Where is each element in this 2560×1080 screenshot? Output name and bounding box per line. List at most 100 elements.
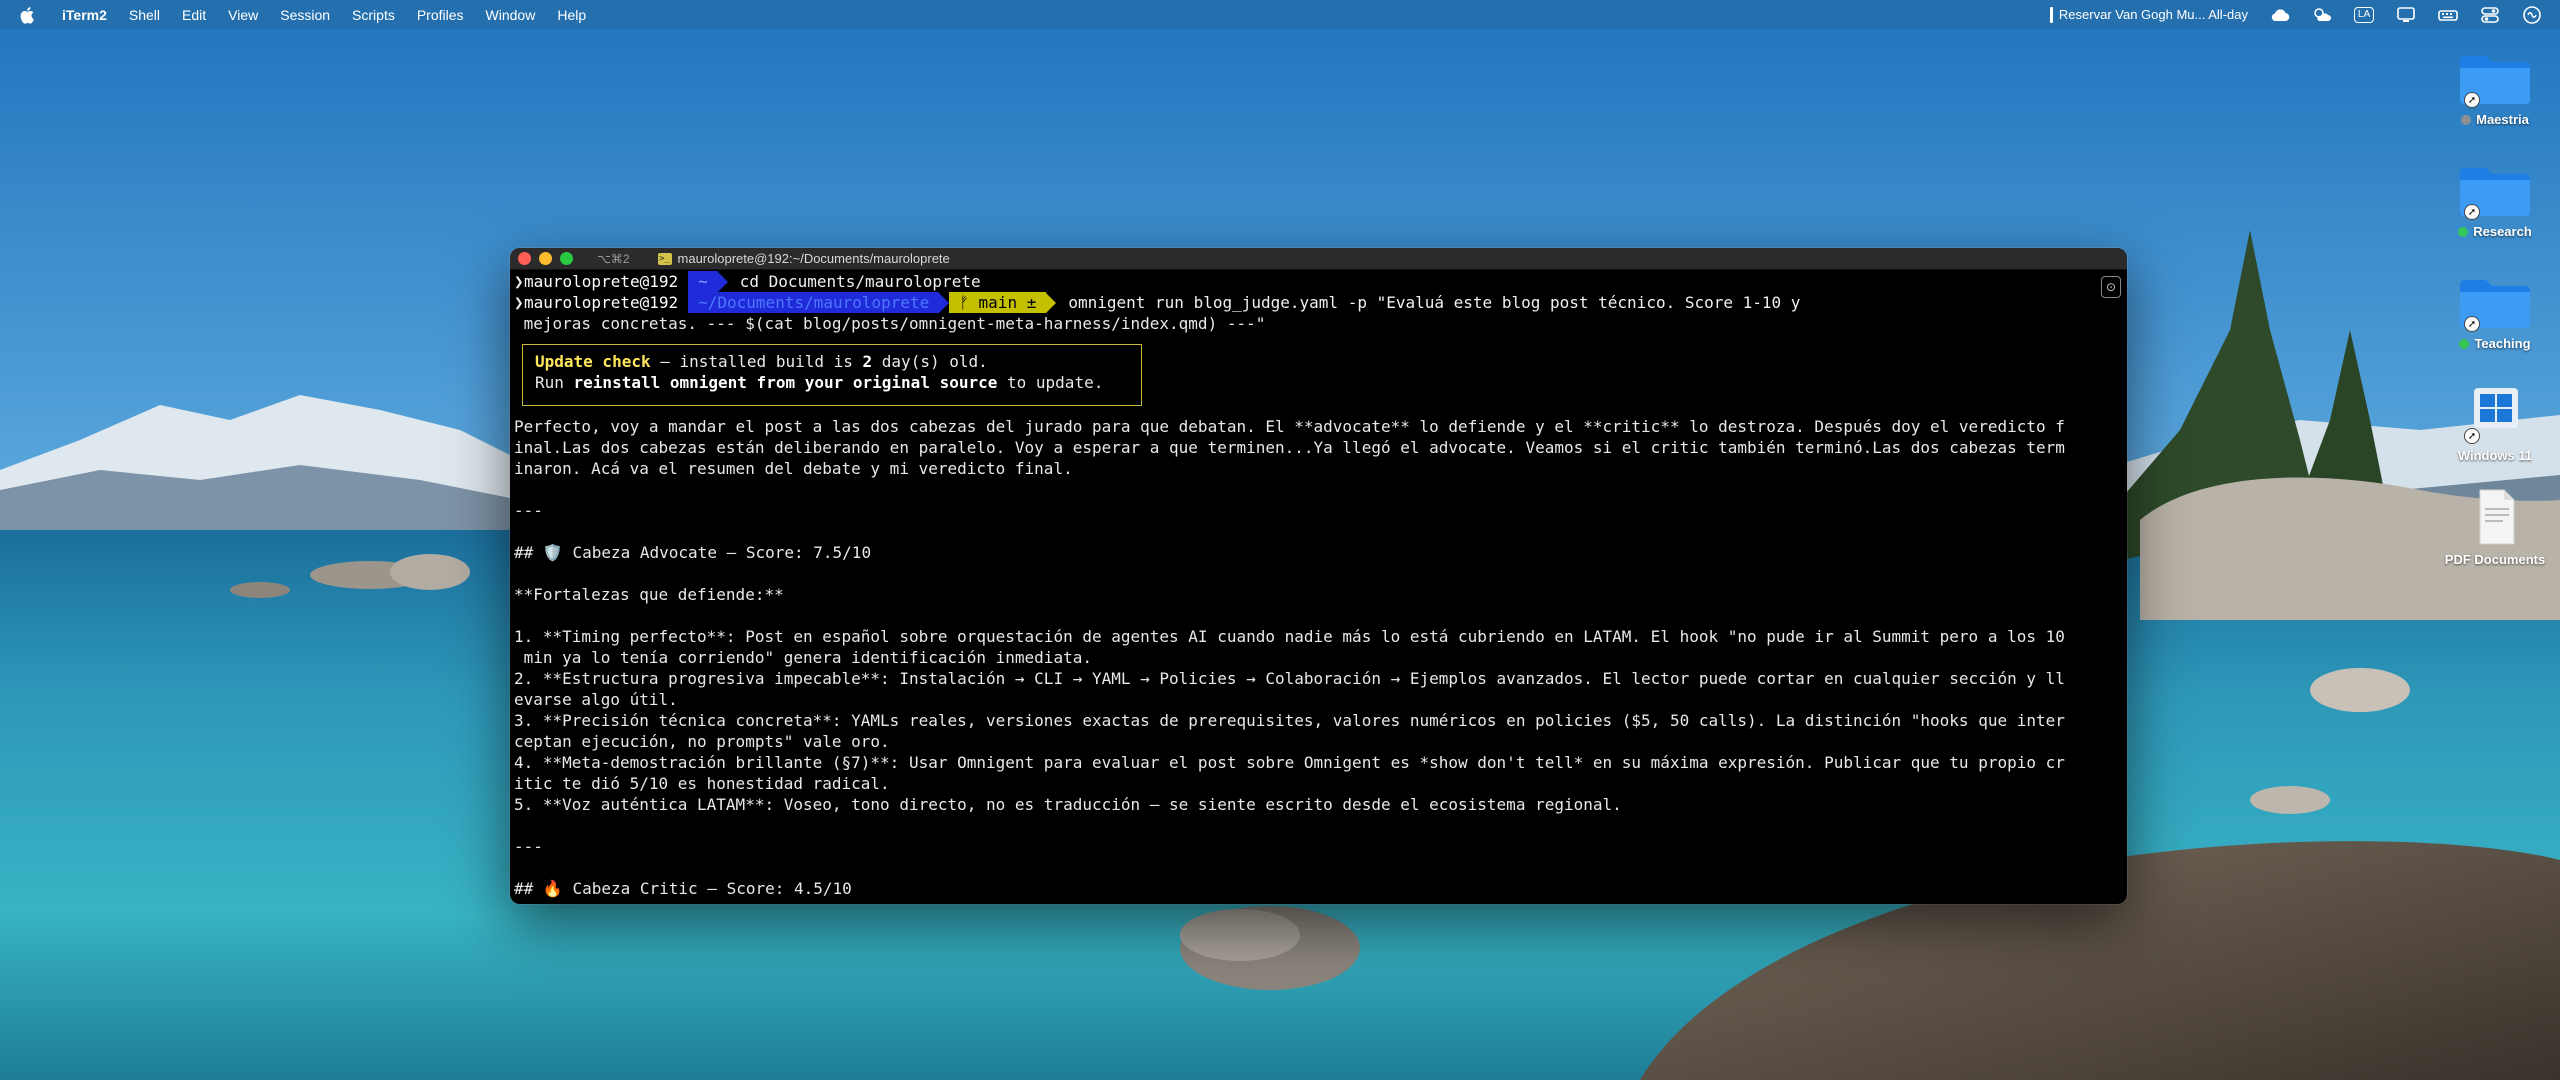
output-line: ceptan ejecución, no prompts" vale oro. (514, 732, 890, 751)
prompt-dir-segment: ~ (688, 271, 718, 292)
desktop-icon-label: Windows 11 (2457, 448, 2533, 463)
zoom-button[interactable] (560, 252, 573, 265)
update-text: — installed build is (650, 352, 863, 371)
menu-profiles[interactable]: Profiles (417, 7, 464, 23)
tag-dot (2458, 226, 2469, 237)
weather-icon[interactable] (2312, 6, 2332, 24)
desktop-folder-maestria[interactable]: ➚ Maestria (2430, 48, 2560, 127)
output-line: ## 🛡️ Cabeza Advocate — Score: 7.5/10 (514, 543, 872, 562)
output-line: 5. **Voz auténtica LATAM**: Voseo, tono … (514, 795, 1622, 814)
document-icon (2460, 488, 2530, 548)
parallels-windows-icon: ➚ (2460, 384, 2530, 444)
prompt-git-segment: ᚠ main ± (949, 292, 1047, 313)
command-continuation: mejoras concretas. --- $(cat blog/posts/… (514, 314, 1266, 333)
desktop-app-windows-11[interactable]: ➚ Windows 11 (2430, 384, 2560, 463)
input-source-icon[interactable]: LA (2353, 6, 2375, 24)
menu-window[interactable]: Window (486, 7, 536, 23)
prompt-line: ❯ mauroloprete@192 ~ cd Documents/maurol… (514, 271, 2123, 292)
display-icon[interactable] (2396, 6, 2416, 24)
minimize-button[interactable] (539, 252, 552, 265)
desktop-icon-label: Teaching (2474, 336, 2531, 351)
output-line: 3. **Precisión técnica concreta**: YAMLs… (514, 711, 2065, 730)
output-line: 4. **Meta-demostración brillante (§7)**:… (514, 753, 2065, 772)
menu-shell[interactable]: Shell (129, 7, 160, 23)
update-days: 2 (862, 352, 873, 371)
tag-dot (2461, 114, 2472, 125)
siri-icon[interactable] (2522, 5, 2542, 24)
output-line: 2. **Estructura progresiva impecable**: … (514, 669, 2065, 688)
iterm-window[interactable]: ⌥⌘2 >_ mauroloprete@192:~/Documents/maur… (510, 248, 2127, 904)
menu-edit[interactable]: Edit (182, 7, 206, 23)
update-text: Run (535, 373, 574, 392)
output-line: min ya lo tenía corriendo" genera identi… (514, 648, 1092, 667)
prompt-arrow: ❯ (514, 293, 524, 312)
output-line: inaron. Acá va el resumen del debate y m… (514, 459, 1073, 478)
folder-icon: ➚ (2460, 160, 2530, 220)
alias-arrow-icon: ➚ (2464, 204, 2480, 220)
prompt-command: omnigent run blog_judge.yaml -p "Evaluá … (1068, 293, 1801, 312)
alias-arrow-icon: ➚ (2464, 92, 2480, 108)
menu-bar: iTerm2 Shell Edit View Session Scripts P… (0, 0, 2560, 29)
menu-scripts[interactable]: Scripts (352, 7, 395, 23)
ai-assist-icon[interactable]: ⊙ (2101, 276, 2121, 298)
output-line: --- (514, 837, 543, 856)
output-line: evarse algo útil. (514, 690, 678, 709)
prompt-arrow: ❯ (514, 272, 524, 291)
segment-separator (939, 292, 950, 313)
terminal-icon: >_ (657, 252, 672, 265)
window-title-bar[interactable]: ⌥⌘2 >_ mauroloprete@192:~/Documents/maur… (510, 248, 2127, 270)
menu-extras: Reservar Van Gogh Mu... All-day LA (2049, 0, 2542, 29)
menu-help[interactable]: Help (557, 7, 586, 23)
menu-session[interactable]: Session (280, 7, 330, 23)
desktop-folder-teaching[interactable]: ➚ Teaching (2430, 272, 2560, 351)
prompt-user: mauroloprete@192 (524, 293, 679, 312)
segment-separator (1046, 292, 1057, 313)
calendar-event-text: Reservar Van Gogh Mu... All-day (2058, 7, 2248, 22)
event-color-bar (2049, 6, 2053, 23)
menu-app-name[interactable]: iTerm2 (62, 7, 107, 23)
calendar-event[interactable]: Reservar Van Gogh Mu... All-day (2049, 6, 2248, 23)
update-text: day(s) old. (872, 352, 988, 371)
update-check-box: Update check — installed build is 2 day(… (522, 344, 1142, 406)
output-line: Perfecto, voy a mandar el post a las dos… (514, 417, 2065, 436)
update-text: to update. (997, 373, 1104, 392)
output-line: --- (514, 501, 543, 520)
apple-menu-icon[interactable] (20, 6, 38, 24)
update-label: Update check (535, 352, 651, 371)
prompt-command: cd Documents/mauroloprete (739, 272, 981, 291)
icloud-icon[interactable] (2270, 6, 2290, 24)
segment-separator (717, 271, 728, 292)
prompt-line: ❯ mauroloprete@192 ~/Documents/maurolopr… (514, 292, 2123, 313)
window-shortcut: ⌥⌘2 (597, 251, 630, 266)
terminal-output[interactable]: ❯ mauroloprete@192 ~ cd Documents/maurol… (510, 271, 2127, 904)
keyboard-icon[interactable] (2438, 6, 2458, 24)
window-title: mauroloprete@192:~/Documents/maurolopret… (677, 251, 950, 266)
prompt-dir-segment: ~/Documents/mauroloprete (688, 292, 940, 313)
output-line: **Fortalezas que defiende:** (514, 585, 784, 604)
alias-arrow-icon: ➚ (2464, 316, 2480, 332)
desktop-icon-label: PDF Documents (2444, 552, 2546, 567)
input-source-label: LA (2353, 6, 2375, 23)
folder-icon: ➚ (2460, 48, 2530, 108)
desktop-pdf-documents[interactable]: PDF Documents (2430, 488, 2560, 567)
desktop-icon-label: Maestria (2476, 112, 2529, 127)
output-line: ## 🔥 Cabeza Critic — Score: 4.5/10 (514, 879, 852, 898)
update-command: reinstall omnigent from your original so… (573, 373, 998, 392)
prompt-user: mauroloprete@192 (524, 272, 679, 291)
folder-icon: ➚ (2460, 272, 2530, 332)
control-center-icon[interactable] (2480, 6, 2500, 24)
output-line: 1. **Timing perfecto**: Post en español … (514, 627, 2065, 646)
menu-view[interactable]: View (228, 7, 258, 23)
tag-dot (2459, 338, 2470, 349)
desktop-folder-research[interactable]: ➚ Research (2430, 160, 2560, 239)
close-button[interactable] (518, 252, 531, 265)
output-line: inal.Las dos cabezas están deliberando e… (514, 438, 2065, 457)
desktop-icon-label: Research (2473, 224, 2532, 239)
output-line: itic te dió 5/10 es honestidad radical. (514, 774, 890, 793)
